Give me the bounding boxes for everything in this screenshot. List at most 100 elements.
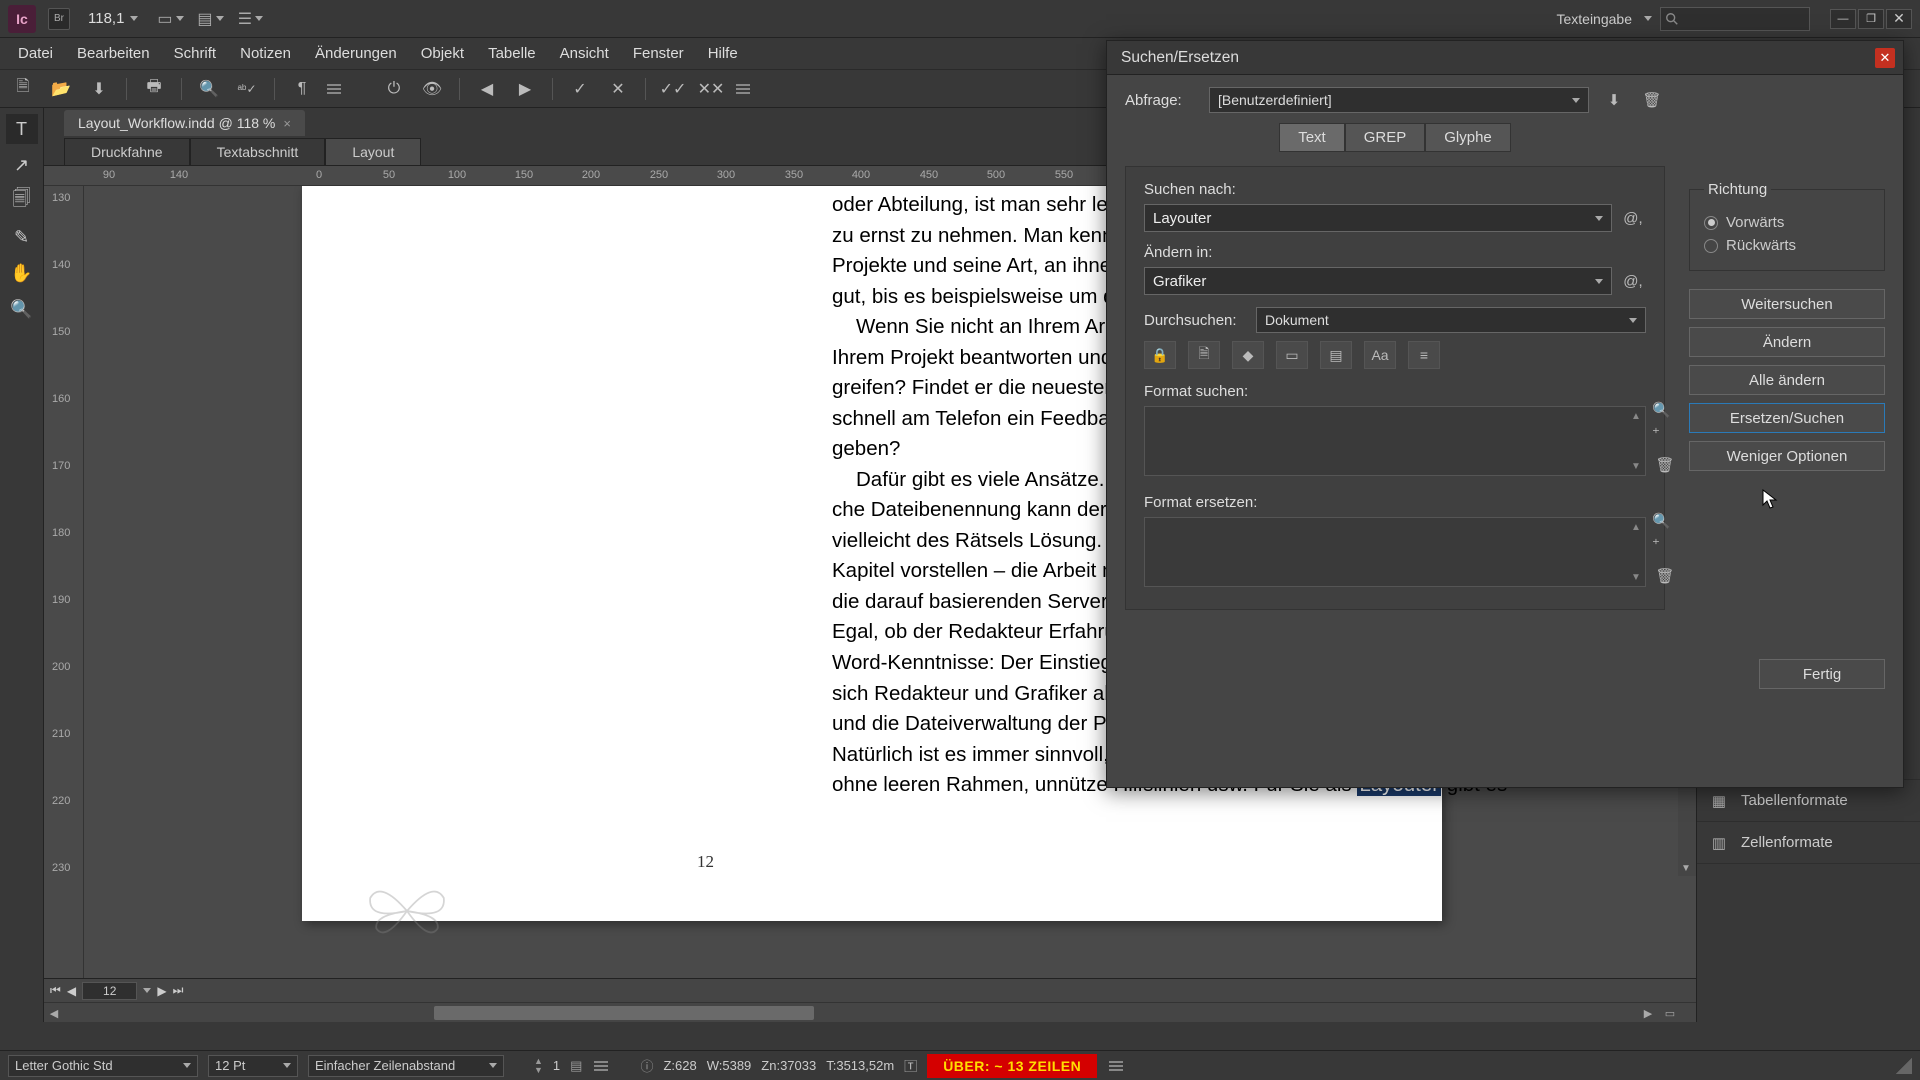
toolbar-menu-2[interactable] bbox=[734, 84, 752, 94]
panel-zellenformate[interactable]: ▥ Zellenformate bbox=[1697, 822, 1920, 864]
view-options-button[interactable]: ☰ bbox=[236, 5, 264, 33]
scope-select[interactable]: Dokument bbox=[1256, 307, 1646, 333]
save-button[interactable]: ⬇ bbox=[84, 76, 114, 102]
reject-all-button[interactable]: ✕✕ bbox=[696, 76, 726, 102]
page-field[interactable]: 12 bbox=[82, 982, 137, 1000]
case-sensitive-button[interactable]: Aa bbox=[1364, 341, 1396, 369]
delete-query-button[interactable]: 🗑 bbox=[1639, 87, 1665, 113]
scroll-right-button[interactable]: ▶ bbox=[1640, 1005, 1656, 1021]
status-menu-1[interactable] bbox=[592, 1061, 610, 1071]
new-note-button[interactable]: 🗎 bbox=[8, 76, 38, 102]
find-button[interactable]: 🔍 bbox=[194, 76, 224, 102]
eyedropper-tool-button[interactable]: ✎ bbox=[6, 222, 38, 252]
scroll-left-button[interactable]: ◀ bbox=[46, 1005, 62, 1021]
chevron-down-icon[interactable] bbox=[143, 988, 151, 993]
view-tab-textabschnitt[interactable]: Textabschnitt bbox=[190, 138, 326, 165]
zoom-dropdown[interactable]: 118,1 bbox=[82, 8, 144, 29]
split-view-button[interactable]: ▭ bbox=[1662, 1005, 1678, 1021]
hand-tool-button[interactable]: ✋ bbox=[6, 258, 38, 288]
open-button[interactable]: 📂 bbox=[46, 76, 76, 102]
change-find-button[interactable]: Ersetzen/Suchen bbox=[1689, 403, 1885, 433]
view-tab-layout[interactable]: Layout bbox=[325, 138, 421, 165]
find-next-button[interactable]: Weitersuchen bbox=[1689, 289, 1885, 319]
leading-select[interactable]: Einfacher Zeilenabstand bbox=[308, 1055, 504, 1077]
include-master-button[interactable]: ▭ bbox=[1276, 341, 1308, 369]
whole-word-button[interactable]: ≡ bbox=[1408, 341, 1440, 369]
include-hidden-button[interactable]: ◆ bbox=[1232, 341, 1264, 369]
direction-backward-radio[interactable]: Rückwärts bbox=[1704, 237, 1870, 254]
query-select[interactable]: [Benutzerdefiniert] bbox=[1209, 87, 1589, 113]
spellcheck-button[interactable]: ᵃᵇ✓ bbox=[232, 76, 262, 102]
accept-all-button[interactable]: ✓✓ bbox=[658, 76, 688, 102]
format-search-box[interactable]: ▲▼ bbox=[1144, 406, 1646, 476]
dialog-close-button[interactable]: ✕ bbox=[1875, 48, 1895, 68]
minimize-button[interactable]: — bbox=[1830, 9, 1856, 29]
note-tool-button[interactable]: 🗐 bbox=[6, 186, 38, 216]
menu-notizen[interactable]: Notizen bbox=[228, 39, 303, 68]
view-tab-druckfahne[interactable]: Druckfahne bbox=[64, 138, 190, 165]
menu-fenster[interactable]: Fenster bbox=[621, 39, 696, 68]
menu-datei[interactable]: Datei bbox=[6, 39, 65, 68]
prev-page-button[interactable]: ◀ bbox=[67, 984, 76, 998]
menu-hilfe[interactable]: Hilfe bbox=[696, 39, 750, 68]
show-hidden-button[interactable]: ¶ bbox=[287, 76, 317, 102]
accept-button[interactable]: ✓ bbox=[565, 76, 595, 102]
document-tab[interactable]: Layout_Workflow.indd @ 118 % × bbox=[64, 110, 305, 136]
menu-ansicht[interactable]: Ansicht bbox=[548, 39, 621, 68]
reject-button[interactable]: ✕ bbox=[603, 76, 633, 102]
next-page-button[interactable]: ▶ bbox=[157, 984, 166, 998]
zoom-tool-button[interactable]: 🔍 bbox=[6, 294, 38, 324]
tab-glyphe[interactable]: Glyphe bbox=[1425, 123, 1511, 152]
font-family-select[interactable]: Letter Gothic Std bbox=[8, 1055, 198, 1077]
arrange-button[interactable]: ▤ bbox=[196, 5, 224, 33]
prev-change-button[interactable]: ◀ bbox=[472, 76, 502, 102]
search-input[interactable]: Layouter bbox=[1144, 204, 1612, 232]
next-change-button[interactable]: ▶ bbox=[510, 76, 540, 102]
status-menu-2[interactable] bbox=[1107, 1061, 1125, 1071]
first-page-button[interactable]: ⏮ bbox=[50, 983, 61, 998]
specify-format-search-button[interactable]: 🔍₊ bbox=[1652, 406, 1678, 432]
special-char-change-button[interactable]: @, bbox=[1620, 268, 1646, 294]
tab-grep[interactable]: GREP bbox=[1345, 123, 1426, 152]
menu-aenderungen[interactable]: Änderungen bbox=[303, 39, 409, 68]
workspace-label[interactable]: Texteingabe bbox=[1556, 11, 1632, 27]
type-tool-button[interactable]: T bbox=[6, 114, 38, 144]
dialog-titlebar[interactable]: Suchen/Ersetzen ✕ bbox=[1107, 41, 1903, 75]
help-search-input[interactable] bbox=[1660, 7, 1810, 31]
print-button[interactable]: 🖶 bbox=[139, 76, 169, 102]
bridge-button[interactable]: Br bbox=[48, 8, 70, 30]
last-page-button[interactable]: ⏭ bbox=[173, 983, 184, 998]
font-size-select[interactable]: 12 Pt bbox=[208, 1055, 298, 1077]
menu-bearbeiten[interactable]: Bearbeiten bbox=[65, 39, 162, 68]
done-button[interactable]: Fertig bbox=[1759, 659, 1885, 689]
maximize-button[interactable]: ❐ bbox=[1858, 9, 1884, 29]
clear-format-replace-button[interactable]: 🗑 bbox=[1652, 563, 1678, 589]
include-footnotes-button[interactable]: ▤ bbox=[1320, 341, 1352, 369]
scrollbar-thumb[interactable] bbox=[434, 1006, 814, 1020]
specify-format-replace-button[interactable]: 🔍₊ bbox=[1652, 517, 1678, 543]
change-button[interactable]: Ändern bbox=[1689, 327, 1885, 357]
counter-stepper[interactable]: ▲▼ bbox=[534, 1057, 543, 1075]
direction-forward-radio[interactable]: Vorwärts bbox=[1704, 214, 1870, 231]
clear-format-search-button[interactable]: 🗑 bbox=[1652, 452, 1678, 478]
menu-schrift[interactable]: Schrift bbox=[162, 39, 229, 68]
fewer-options-button[interactable]: Weniger Optionen bbox=[1689, 441, 1885, 471]
save-query-button[interactable]: ⬇ bbox=[1601, 87, 1627, 113]
close-tab-button[interactable]: × bbox=[283, 116, 291, 131]
toolbar-menu-1[interactable] bbox=[325, 84, 343, 94]
menu-tabelle[interactable]: Tabelle bbox=[476, 39, 548, 68]
power-button[interactable]: ⏻ bbox=[379, 76, 409, 102]
change-all-button[interactable]: Alle ändern bbox=[1689, 365, 1885, 395]
screen-mode-button[interactable]: ▭ bbox=[156, 5, 184, 33]
special-char-search-button[interactable]: @, bbox=[1620, 205, 1646, 231]
menu-objekt[interactable]: Objekt bbox=[409, 39, 476, 68]
tab-text[interactable]: Text bbox=[1279, 123, 1345, 152]
close-button[interactable]: ✕ bbox=[1886, 9, 1912, 29]
text-frame-icon[interactable]: 🅃 bbox=[904, 1056, 917, 1075]
include-locked-layers-button[interactable]: 🔒 bbox=[1144, 341, 1176, 369]
preview-button[interactable]: 👁 bbox=[417, 76, 447, 102]
align-icon[interactable]: ▤ bbox=[570, 1058, 582, 1074]
resize-grip[interactable] bbox=[1896, 1058, 1912, 1074]
scrollbar-horizontal[interactable]: ◀ ▶ ▭ bbox=[44, 1002, 1696, 1022]
format-replace-box[interactable]: ▲▼ bbox=[1144, 517, 1646, 587]
